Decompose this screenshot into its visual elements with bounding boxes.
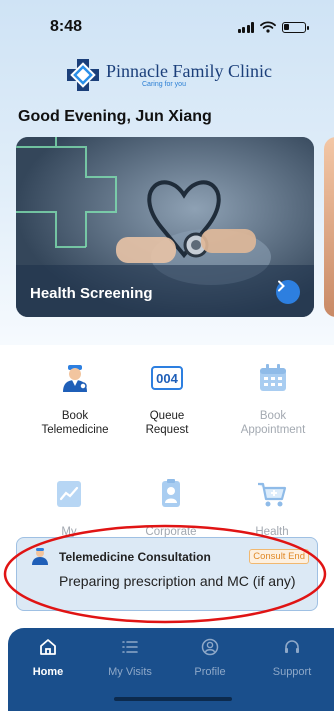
my-records-tile[interactable]: My xyxy=(19,478,119,539)
headset-icon xyxy=(285,640,299,653)
status-time: 8:48 xyxy=(50,18,83,35)
tab-support[interactable]: Support xyxy=(252,638,332,678)
book-telemedicine-label: Book Telemedicine xyxy=(41,410,109,436)
telemedicine-consultation-card[interactable]: Telemedicine Consultation Consult End Pr… xyxy=(16,537,318,611)
svg-text:004: 004 xyxy=(156,371,178,386)
book-appointment-tile[interactable]: Book Appointment xyxy=(223,362,323,437)
next-banner-peek[interactable] xyxy=(324,137,334,317)
tab-support-label: Support xyxy=(272,666,312,678)
home-icon xyxy=(40,639,56,655)
battery-icon xyxy=(282,21,309,33)
queue-request-label: Queue Request xyxy=(145,410,189,436)
greeting-text: Good Evening, Jun Xiang xyxy=(18,108,212,125)
doctor-icon xyxy=(32,548,48,565)
calendar-icon xyxy=(260,364,286,391)
book-telemedicine-tile[interactable]: Book Telemedicine xyxy=(25,362,125,437)
consultation-status-message: Preparing prescription and MC (if any) xyxy=(59,573,296,589)
tab-my-visits-label: My Visits xyxy=(108,666,152,678)
brand-tagline: Caring for you xyxy=(142,81,186,88)
tab-home-label: Home xyxy=(32,666,64,678)
tab-my-visits[interactable]: My Visits xyxy=(90,638,170,678)
consultation-title: Telemedicine Consultation xyxy=(59,550,211,564)
chevron-right-icon xyxy=(278,280,285,292)
chart-icon xyxy=(57,481,81,507)
banner-title: Health Screening xyxy=(30,285,153,302)
tab-profile-label: Profile xyxy=(194,666,226,678)
queue-request-tile[interactable]: 004 Queue Request xyxy=(117,362,217,437)
id-badge-icon xyxy=(162,479,180,507)
wifi-icon xyxy=(260,21,276,33)
brand-logo: Pinnacle Family Clinic Caring for you xyxy=(66,58,272,92)
status-icons xyxy=(237,21,309,33)
book-appointment-label: Book Appointment xyxy=(240,410,306,436)
shopping-cart-icon xyxy=(258,482,287,507)
cellular-signal-icon xyxy=(237,21,254,33)
banner-next-button[interactable] xyxy=(276,280,300,304)
health-store-tile[interactable]: Health xyxy=(222,478,322,539)
tab-home[interactable]: Home xyxy=(8,638,88,678)
doctor-icon xyxy=(63,365,87,392)
status-bar: 8:48 xyxy=(0,0,334,50)
profile-icon xyxy=(201,638,219,656)
corporate-tile[interactable]: Corporate xyxy=(121,478,221,539)
tab-profile[interactable]: Profile xyxy=(170,638,250,678)
list-icon xyxy=(122,641,138,653)
cross-diamond-logo-icon xyxy=(67,59,99,91)
queue-number-icon: 004 xyxy=(151,366,183,390)
health-screening-banner[interactable]: Health Screening xyxy=(16,137,314,317)
home-indicator xyxy=(114,697,232,701)
brand-name: Pinnacle Family Clinic xyxy=(106,61,272,81)
consult-end-badge: Consult End xyxy=(249,549,309,564)
